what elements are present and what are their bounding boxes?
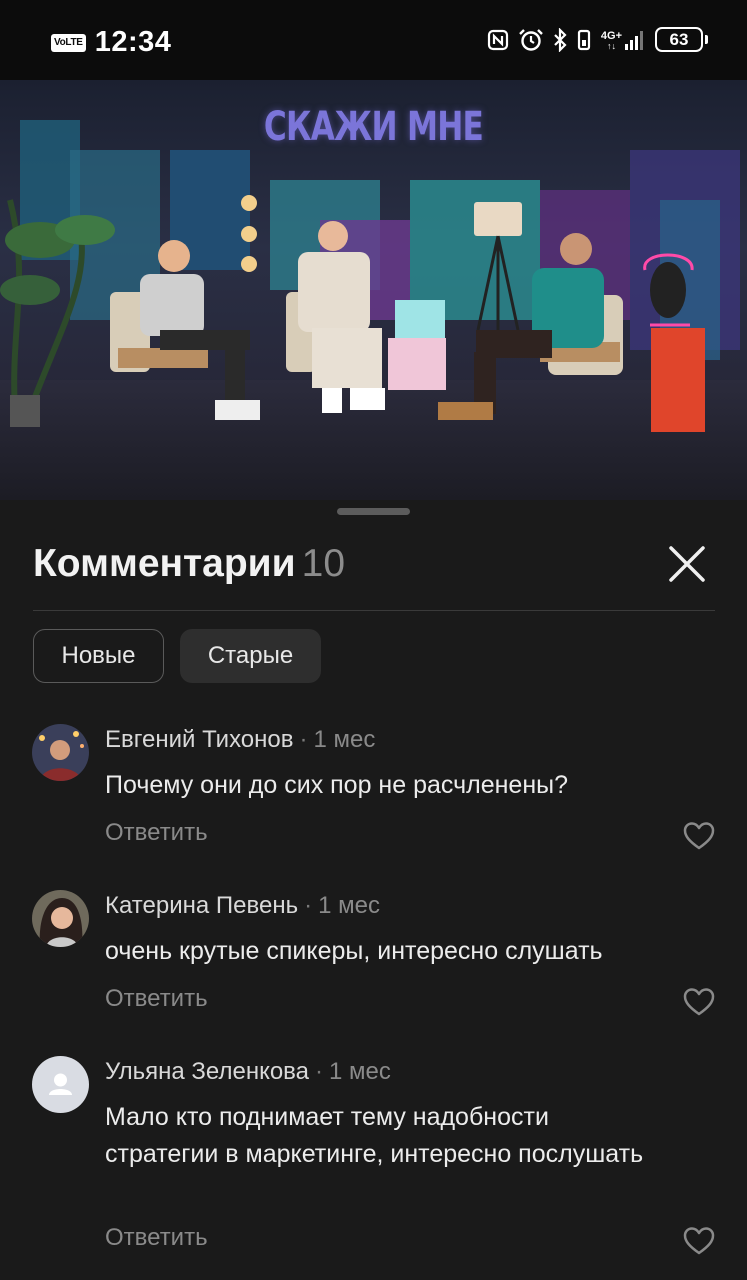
avatar[interactable] xyxy=(32,1056,89,1113)
user-photo-icon xyxy=(32,724,89,781)
like-button[interactable] xyxy=(683,987,715,1017)
sort-new-button[interactable]: Новые xyxy=(33,629,164,683)
alarm-icon xyxy=(519,28,543,51)
signal-icon xyxy=(625,30,643,50)
comment-item: Ульяна Зеленкова · 1 мес Мало кто поднимае… xyxy=(0,1056,747,1280)
comment-time: 1 мес xyxy=(318,892,380,919)
comment-time: 1 мес xyxy=(313,726,376,753)
comments-title-label: Комментарии xyxy=(33,542,296,585)
like-button[interactable] xyxy=(683,821,715,851)
comment-separator: · xyxy=(299,726,308,753)
nfc-icon xyxy=(487,29,508,50)
comment-header: Евгений Тихонов · 1 мес xyxy=(105,726,375,754)
heart-icon xyxy=(683,822,715,850)
comment-separator: · xyxy=(315,1058,324,1085)
comments-sheet: Комментарии 10 Новые Старые Евгений Тихон… xyxy=(0,500,747,1280)
comment-header: Катерина Певень · 1 мес xyxy=(105,892,380,920)
comment-author[interactable]: Ульяна Зеленкова xyxy=(105,1058,309,1085)
volte-badge: VoLTE xyxy=(51,33,86,52)
comment-text: Почему они до сих пор не расчленены? xyxy=(105,771,569,799)
comment-author[interactable]: Евгений Тихонов xyxy=(105,726,294,753)
reply-button[interactable]: Ответить xyxy=(105,819,208,847)
close-button[interactable] xyxy=(667,544,707,584)
user-photo-icon xyxy=(32,890,89,947)
status-clock: 12:34 xyxy=(94,26,172,58)
comment-text: очень крутые спикеры, интересно слушать xyxy=(105,937,603,965)
vibrate-battery-icon xyxy=(577,29,590,50)
comment-header: Ульяна Зеленкова · 1 мес xyxy=(105,1058,391,1086)
comment-separator: · xyxy=(304,892,313,919)
comment-author[interactable]: Катерина Певень xyxy=(105,892,298,919)
avatar[interactable] xyxy=(32,724,89,781)
bluetooth-icon xyxy=(554,27,567,52)
header-divider xyxy=(33,610,715,611)
sort-old-button[interactable]: Старые xyxy=(180,629,321,683)
video-title-overlay: СКАЖИ МНЕ xyxy=(263,104,484,150)
comment-item: Евгений Тихонов · 1 мес Почему они до сих … xyxy=(0,724,747,864)
comment-time: 1 мес xyxy=(329,1058,391,1085)
close-icon xyxy=(669,546,705,582)
comments-count: 10 xyxy=(301,542,346,585)
avatar[interactable] xyxy=(32,890,89,947)
status-bar: VoLTE 12:34 4G+ ↑↓ 63 xyxy=(0,0,747,80)
reply-button[interactable]: Ответить xyxy=(105,985,208,1013)
heart-icon xyxy=(683,988,715,1016)
drag-handle[interactable] xyxy=(337,508,410,515)
default-user-icon xyxy=(49,1073,72,1095)
battery-indicator: 63 xyxy=(655,27,708,52)
comment-text: Мало кто поднимает тему надобности страт… xyxy=(105,1103,644,1168)
comment-item: Катерина Певень · 1 мес очень крутые спике… xyxy=(0,890,747,1030)
like-button[interactable] xyxy=(683,1226,715,1256)
network-indicator: 4G+ ↑↓ xyxy=(601,29,646,51)
video-player[interactable]: СКАЖИ МНЕ xyxy=(0,80,747,500)
heart-icon xyxy=(683,1227,715,1255)
reply-button[interactable]: Ответить xyxy=(105,1224,208,1252)
comments-title: Комментарии 10 xyxy=(33,542,345,586)
